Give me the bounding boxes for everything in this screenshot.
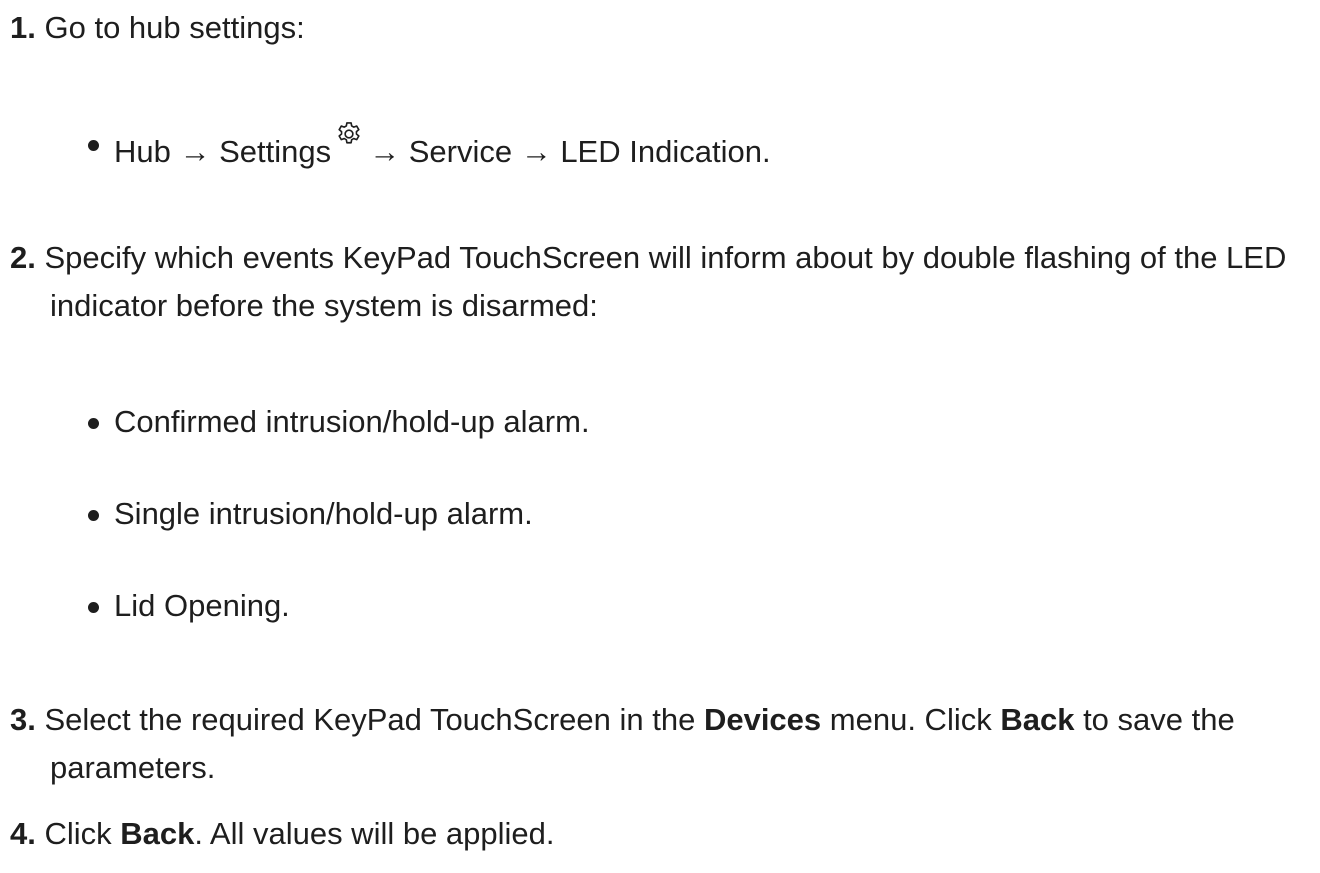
step-number: 2. [10, 240, 36, 275]
bullet-text: Lid Opening. [114, 588, 290, 623]
bullet-text: Single intrusion/hold-up alarm. [114, 496, 533, 531]
step-number: 3. [10, 702, 36, 737]
step-4-body: 4. Click Back. All values will be applie… [10, 810, 1310, 858]
step-text-part: Select the required KeyPad TouchScreen i… [44, 702, 704, 737]
step-1-body: 1. Go to hub settings: [10, 4, 1310, 52]
bullet-text-end: → Service → LED Indication. [369, 134, 771, 169]
gear-icon [335, 120, 363, 148]
step-number: 1. [10, 10, 36, 45]
step-3-body: 3. Select the required KeyPad TouchScree… [10, 696, 1310, 792]
bullet-text: Confirmed intrusion/hold-up alarm. [114, 404, 590, 439]
step-text: Go to hub settings: [44, 10, 305, 45]
step-text-part: Click [44, 816, 121, 851]
back-term: Back [1000, 702, 1075, 737]
bullet-text-start: Hub → Settings [114, 134, 332, 169]
step-text: Specify which events KeyPad TouchScreen … [44, 240, 1287, 323]
back-term: Back [120, 816, 195, 851]
list-item: Single intrusion/hold-up alarm. [88, 490, 1310, 538]
step-number: 4. [10, 816, 36, 851]
step-4: 4. Click Back. All values will be applie… [10, 810, 1310, 858]
devices-menu-term: Devices [703, 702, 822, 737]
list-item: Lid Opening. [88, 582, 1310, 630]
step-2: 2. Specify which events KeyPad TouchScre… [10, 234, 1310, 330]
step-3: 3. Select the required KeyPad TouchScree… [10, 696, 1310, 792]
list-item: Confirmed intrusion/hold-up alarm. [88, 398, 1310, 446]
step-2-body: 2. Specify which events KeyPad TouchScre… [10, 234, 1310, 330]
list-item: Hub → Settings → Service → LED Indication… [88, 120, 1310, 176]
step-text-part: menu. Click [821, 702, 1001, 737]
step-text-part: . All values will be applied. [194, 816, 555, 851]
step-1: 1. Go to hub settings: [10, 4, 1310, 52]
